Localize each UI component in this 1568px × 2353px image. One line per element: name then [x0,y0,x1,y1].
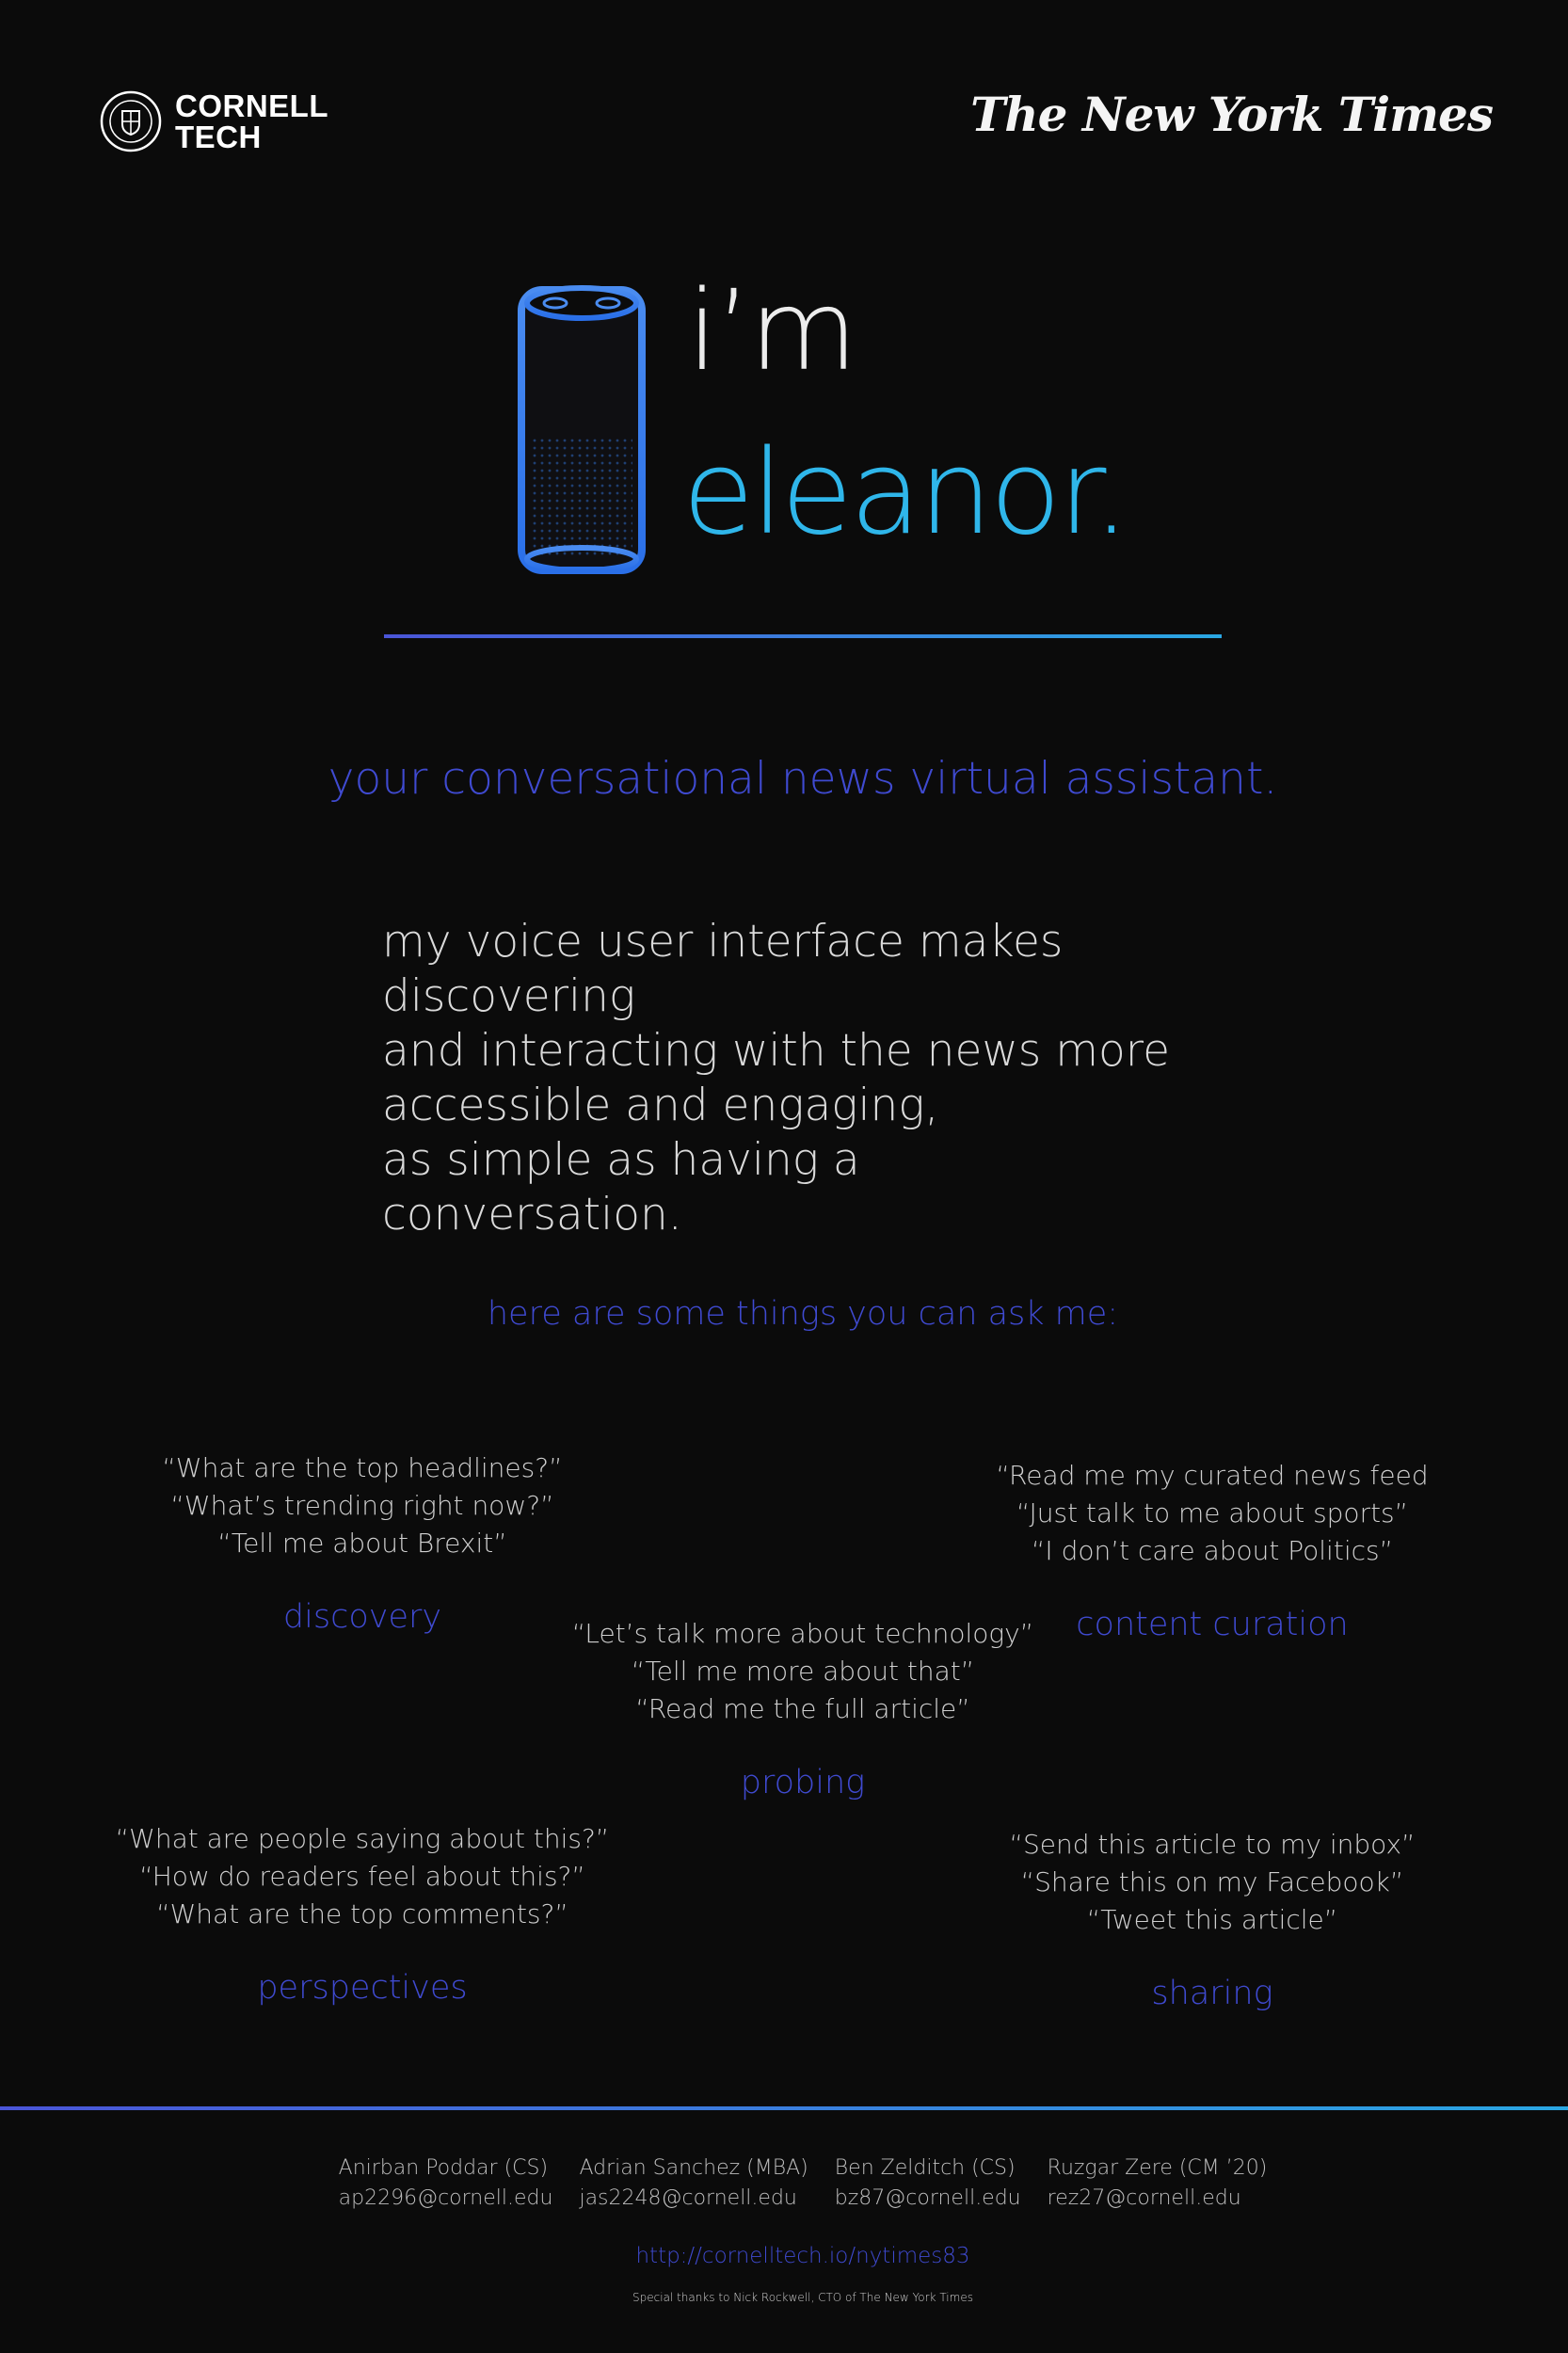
author-name: Ben Zelditch (CS) [834,2156,1016,2180]
example-question: “Send this article to my inbox” [1009,1829,1416,1860]
example-question: “Read me my curated news feed [996,1460,1429,1491]
author-item: Anirban Poddar (CS) ap2296@cornell.edu [339,2153,553,2214]
tagline: your conversational news virtual assista… [328,753,1278,805]
tech-wordmark: TECH [175,120,262,154]
hero-im-text: i’m [687,265,857,395]
author-email[interactable]: bz87@cornell.edu [835,2184,1021,2214]
author-list: Anirban Poddar (CS) ap2296@cornell.edu A… [0,2153,1568,2214]
hero-divider [384,634,1222,638]
project-url-link[interactable]: http://cornelltech.io/nytimes83 [0,2244,1568,2268]
category-label: sharing [1151,1975,1273,2012]
author-item: Ruzgar Zere (CM ’20) rez27@cornell.edu [1048,2153,1268,2214]
cornell-wordmark: CORNELL [175,88,328,123]
author-item: Adrian Sanchez (MBA) jas2248@cornell.edu [579,2153,808,2214]
category-label: probing [740,1764,866,1801]
author-name: Ruzgar Zere (CM ’20) [1047,2156,1268,2180]
example-question: “Let’s talk more about technology” [571,1618,1034,1649]
example-question: “What are the top comments?” [156,1898,568,1929]
example-question: “How do readers feel about this?” [139,1861,585,1892]
example-question: “Tell me more about that” [631,1656,975,1687]
hero-name: eleanor. [682,425,1129,561]
example-question: “Just talk to me about sports” [1016,1497,1409,1529]
example-question: “Share this on my Facebook” [1020,1866,1404,1897]
category-label: perspectives [257,1969,468,2007]
author-item: Ben Zelditch (CS) bz87@cornell.edu [835,2153,1021,2214]
example-question: “Read me the full article” [635,1693,970,1724]
example-question: “Tell me about Brexit” [217,1528,507,1559]
group-discovery: “What are the top headlines?” “What’s tr… [71,1449,654,1636]
example-question: “What are people saying about this?” [115,1823,610,1854]
footer-divider [0,2106,1568,2110]
thanks-note: Special thanks to Nick Rockwell, CTO of … [632,2291,973,2304]
group-sharing: “Send this article to my inbox” “Share t… [920,1826,1504,2012]
example-question: “I don’t care about Politics” [1031,1535,1394,1566]
cornell-tech-logo: CORNELL TECH [100,90,328,152]
nyt-logo: The New York Times [970,87,1494,142]
group-perspectives: “What are people saying about this?” “Ho… [71,1820,654,2007]
example-question: “What’s trending right now?” [170,1490,554,1521]
example-question: “What are the top headlines?” [162,1452,563,1483]
ask-heading: here are some things you can ask me: [487,1295,1119,1333]
example-question: “Tweet this article” [1086,1904,1338,1935]
author-email[interactable]: jas2248@cornell.edu [579,2184,808,2214]
group-probing: “Let’s talk more about technology” “Tell… [511,1615,1095,1801]
author-email[interactable]: ap2296@cornell.edu [339,2184,553,2214]
author-name: Anirban Poddar (CS) [338,2156,549,2180]
cornell-seal-icon [100,90,162,152]
author-email[interactable]: rez27@cornell.edu [1048,2184,1268,2214]
author-name: Adrian Sanchez (MBA) [579,2156,808,2180]
intro-paragraph: my voice user interface makes discoverin… [382,916,1170,1241]
smart-speaker-icon [518,285,646,574]
